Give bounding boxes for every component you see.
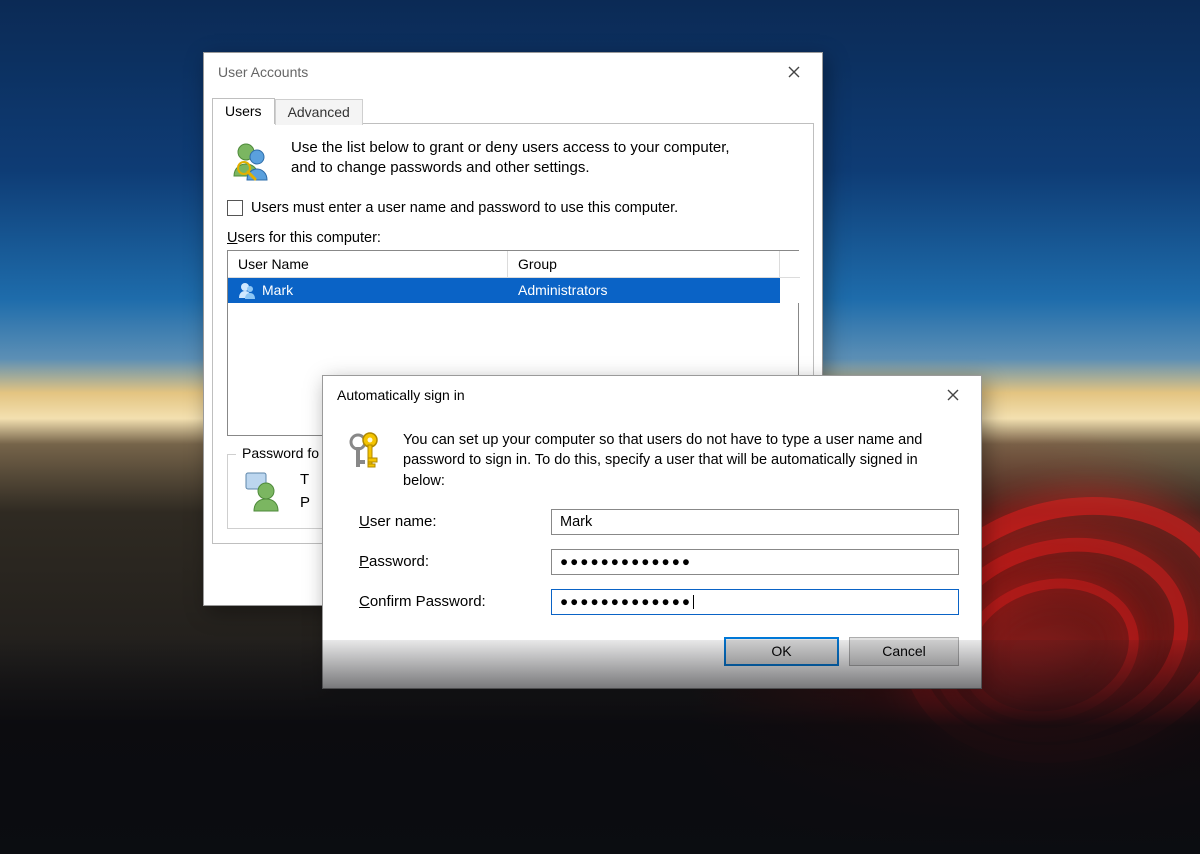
table-row[interactable]: Mark Administrators (228, 278, 798, 303)
auto-signin-title: Automatically sign in (337, 387, 931, 403)
password-field[interactable]: ●●●●●●●●●●●●● (551, 549, 959, 575)
user-row-icon (238, 281, 256, 299)
user-accounts-title: User Accounts (218, 64, 772, 80)
password-group-user-icon (240, 469, 284, 516)
password-group-text-line1: T (300, 469, 310, 492)
require-password-checkbox-row[interactable]: Users must enter a user name and passwor… (227, 200, 799, 216)
users-icon (227, 138, 275, 186)
desktop-wallpaper: User Accounts Users Advanced (0, 0, 1200, 854)
keys-icon (345, 430, 385, 474)
cancel-button[interactable]: Cancel (849, 637, 959, 666)
user-accounts-titlebar[interactable]: User Accounts (204, 53, 822, 91)
user-row-group: Administrators (508, 278, 780, 303)
auto-signin-titlebar[interactable]: Automatically sign in (323, 376, 981, 414)
auto-signin-intro: You can set up your computer so that use… (403, 430, 923, 491)
auto-signin-dialog: Automatically sign in (322, 375, 982, 689)
user-name-label: User name: (359, 513, 529, 530)
user-name-field[interactable] (551, 509, 959, 535)
close-icon[interactable] (772, 57, 816, 87)
user-row-name: Mark (262, 282, 293, 298)
require-password-checkbox[interactable] (227, 200, 243, 216)
column-group[interactable]: Group (508, 251, 780, 278)
confirm-password-label: Confirm Password: (359, 593, 529, 610)
tab-advanced[interactable]: Advanced (275, 99, 363, 125)
password-group-text-line2: P (300, 492, 310, 515)
ok-button[interactable]: OK (724, 637, 839, 666)
tabs: Users Advanced (204, 91, 822, 123)
require-password-label: Users must enter a user name and passwor… (251, 200, 678, 216)
users-intro-text: Use the list below to grant or deny user… (291, 138, 731, 179)
confirm-password-field[interactable]: ●●●●●●●●●●●●● (551, 589, 959, 615)
users-table-header: User Name Group (228, 251, 798, 278)
password-label: Password: (359, 553, 529, 570)
tab-users[interactable]: Users (212, 98, 275, 124)
close-icon[interactable] (931, 380, 975, 410)
password-groupbox-title: Password fo (236, 445, 325, 461)
column-user-name[interactable]: User Name (228, 251, 508, 278)
users-list-label: Users for this computer: (227, 230, 799, 246)
